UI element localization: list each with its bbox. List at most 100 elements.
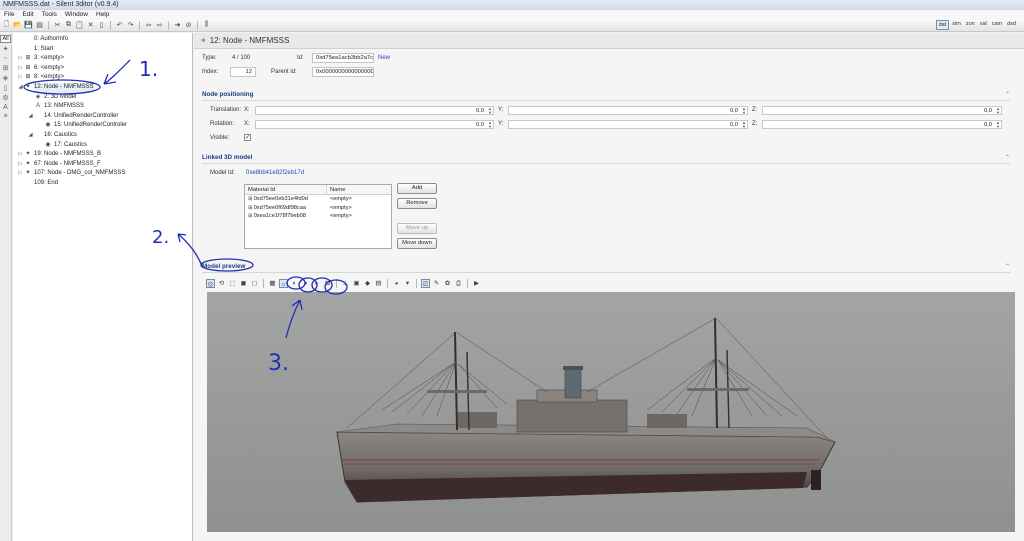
expand-toggle-icon[interactable]: ▷ xyxy=(17,160,24,170)
menu-help[interactable]: Help xyxy=(92,10,113,19)
tree-item[interactable]: ▷ ✦ 67: Node - NMFMSSS_F xyxy=(13,160,192,170)
tree-item[interactable]: ◈ 2: 3D Model xyxy=(13,93,192,103)
tree-item[interactable]: A 13: NMFMSSS xyxy=(13,102,192,112)
star-filter-icon[interactable]: ✦ xyxy=(3,45,9,53)
move-down-button[interactable]: Move down xyxy=(397,238,437,249)
palette-icon[interactable]: ✿ xyxy=(443,279,452,288)
navigate-forward-icon[interactable]: ➜ xyxy=(173,21,182,30)
remove-material-button[interactable]: Remove xyxy=(397,198,437,209)
camera-icon[interactable]: ⎚ xyxy=(421,278,430,288)
tree-item[interactable]: ◢ 16: Caustics xyxy=(13,131,192,141)
page-filter-icon[interactable]: ▯ xyxy=(4,84,8,92)
dropdown-arrow-icon[interactable]: ▾ xyxy=(403,279,412,288)
tree-item[interactable]: ◢ ✦ 12: Node - NMFMSSS xyxy=(13,82,192,93)
translation-x-input[interactable]: 0,0 ▲ ▼ xyxy=(255,106,494,115)
view-mode-zon[interactable]: zon xyxy=(964,20,977,30)
cube-wire-icon[interactable]: ◻ xyxy=(250,279,259,288)
tree-item[interactable]: 109: End xyxy=(13,179,192,189)
id-field[interactable]: 0xd75ea1acb3bb2a7c xyxy=(312,53,374,63)
spin-arrows-icon[interactable]: ▲ ▼ xyxy=(996,121,1000,129)
gear-filter-icon[interactable]: ⚙ xyxy=(2,94,8,102)
spin-arrows-icon[interactable]: ▲ ▼ xyxy=(488,107,492,115)
index-field[interactable]: 12 xyxy=(230,67,256,77)
parent-id-field[interactable]: 0x0000000000000000 xyxy=(312,67,374,77)
specular-icon[interactable]: ◒ xyxy=(312,279,321,288)
translation-y-input[interactable]: 0,0 ▲ ▼ xyxy=(508,106,748,115)
visible-checkbox[interactable]: ✓ xyxy=(244,134,251,141)
tree-item[interactable]: ▷ ⊞ 3: <empty> xyxy=(13,54,192,64)
tree-item[interactable]: ◉ 15: UnifiedRenderControler xyxy=(13,121,192,131)
view-mode-val[interactable]: val xyxy=(978,20,989,30)
expand-toggle-icon[interactable]: ▷ xyxy=(17,150,24,160)
new-id-link[interactable]: New xyxy=(378,55,390,61)
save-all-icon[interactable]: ▤ xyxy=(35,21,44,30)
tree-item[interactable]: ▷ ✦ 107: Node - DMG_col_NMFMSSS xyxy=(13,169,192,179)
material-color-icon[interactable]: ◆ xyxy=(363,279,372,288)
spin-arrows-icon[interactable]: ▲ ▼ xyxy=(488,121,492,129)
expand-toggle-icon[interactable]: ◢ xyxy=(17,83,24,93)
translation-z-input[interactable]: 0,0 ▲ ▼ xyxy=(762,106,1002,115)
new-file-icon[interactable]: 🗋 xyxy=(2,21,11,30)
normal-map-icon[interactable]: ◑ xyxy=(301,279,310,288)
rotation-z-input[interactable]: 0,0 ▲ ▼ xyxy=(762,120,1002,129)
col-name[interactable]: Name xyxy=(327,185,345,194)
rotation-x-input[interactable]: 0,0 ▲ ▼ xyxy=(255,120,494,129)
menu-window[interactable]: Window xyxy=(61,10,92,19)
rotate-icon[interactable]: ⟲ xyxy=(217,279,226,288)
view-mode-sim[interactable]: sim xyxy=(950,20,963,30)
arrow-forward-icon[interactable]: ⇨ xyxy=(155,21,164,30)
col-material-id[interactable]: Material Id xyxy=(245,185,327,194)
cube-solid-icon[interactable]: ◼ xyxy=(239,279,248,288)
delete-icon[interactable]: ✕ xyxy=(86,21,95,30)
axes-icon[interactable]: ⊥ xyxy=(341,279,350,288)
shaded-icon[interactable]: ◐ xyxy=(290,279,299,288)
model-preview-header[interactable]: Model preview ⌃ xyxy=(202,263,1010,273)
model-filter-icon[interactable]: ◈ xyxy=(3,74,8,82)
spin-arrows-icon[interactable]: ▲ ▼ xyxy=(742,121,746,129)
view-mode-dsd[interactable]: dsd xyxy=(1005,20,1018,30)
tree-item[interactable]: ◉ 17: Caustics xyxy=(13,141,192,151)
model-id-link[interactable]: 0xe8bb41e82f2eb17d xyxy=(246,170,304,176)
paste-icon[interactable]: 📋 xyxy=(75,21,84,30)
box-icon[interactable]: ▣ xyxy=(352,279,361,288)
arrow-back-icon[interactable]: ⇦ xyxy=(144,21,153,30)
expand-toggle-icon[interactable]: ▷ xyxy=(17,73,24,83)
menu-tools[interactable]: Tools xyxy=(38,10,61,19)
layout-icon[interactable]: ⫼ xyxy=(202,21,211,30)
group-filter-icon[interactable]: ⊞ xyxy=(3,64,9,72)
background-color-icon[interactable]: ◕ xyxy=(392,279,401,288)
save-icon[interactable]: 💾 xyxy=(24,21,33,30)
tree-item[interactable]: 0: AuthorInfo xyxy=(13,35,192,45)
table-row[interactable]: ⊞0xea1ce1f78f7beb08 <empty> xyxy=(245,212,391,221)
spin-arrows-icon[interactable]: ▲ ▼ xyxy=(996,107,1000,115)
move-up-button[interactable]: Move up xyxy=(397,223,437,234)
tree-item[interactable]: ▷ ⊞ 8: <empty> xyxy=(13,73,192,83)
add-material-button[interactable]: Add xyxy=(397,183,437,194)
menu-edit[interactable]: Edit xyxy=(18,10,37,19)
screenshot-icon[interactable]: ⎙ xyxy=(454,279,463,288)
collapse-chevron-icon[interactable]: ⌃ xyxy=(1005,263,1010,270)
expand-toggle-icon[interactable]: ▷ xyxy=(17,64,24,74)
lighting-icon[interactable]: ☼ xyxy=(279,278,288,288)
stop-icon[interactable]: ⊘ xyxy=(184,21,193,30)
tree-item[interactable]: ▷ ✦ 19: Node - NMFMSSS_B xyxy=(13,150,192,160)
table-row[interactable]: ⊞0xd75ee0eb31e4fd0d <empty> xyxy=(245,195,391,204)
texture-icon[interactable]: ▦ xyxy=(268,279,277,288)
paint-icon[interactable]: ✎ xyxy=(432,279,441,288)
3d-preview-viewport[interactable] xyxy=(207,292,1015,532)
rotation-y-input[interactable]: 0,0 ▲ ▼ xyxy=(508,120,748,129)
expand-toggle-icon[interactable]: ▷ xyxy=(17,54,24,64)
node-positioning-header[interactable]: Node positioning ⌃ xyxy=(202,91,1010,101)
collapse-chevron-icon[interactable]: ⌃ xyxy=(1005,154,1010,161)
open-folder-icon[interactable]: 📂 xyxy=(13,21,22,30)
expand-toggle-icon[interactable]: ▷ xyxy=(17,169,24,179)
tree-item[interactable]: ▷ ⊞ 6: <empty> xyxy=(13,64,192,74)
expand-toggle-icon[interactable]: ◢ xyxy=(27,112,34,122)
collapse-chevron-icon[interactable]: ⌃ xyxy=(1005,91,1010,98)
material-table[interactable]: Material Id Name ⊞0xd75ee0eb31e4fd0d <em… xyxy=(244,184,392,249)
spin-arrows-icon[interactable]: ▲ ▼ xyxy=(742,107,746,115)
reset-view-icon[interactable]: ◎ xyxy=(206,278,215,288)
linked-model-header[interactable]: Linked 3D model ⌃ xyxy=(202,154,1010,164)
view-mode-cam[interactable]: cam xyxy=(990,20,1004,30)
table-row[interactable]: ⊞0xd75ee0f69df98caa <empty> xyxy=(245,204,391,213)
